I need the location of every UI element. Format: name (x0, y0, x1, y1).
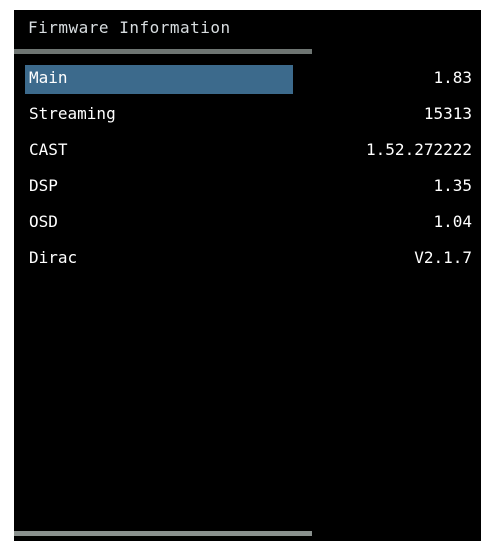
firmware-version: V2.1.7 (414, 248, 472, 267)
firmware-label: Dirac (29, 248, 78, 267)
firmware-row-osd[interactable]: OSD 1.04 (14, 208, 481, 244)
firmware-label: Main (29, 68, 68, 87)
firmware-label: Streaming (29, 104, 116, 123)
firmware-version: 1.83 (433, 68, 472, 87)
firmware-row-dirac[interactable]: Dirac V2.1.7 (14, 244, 481, 280)
firmware-version: 15313 (423, 104, 472, 123)
page-title: Firmware Information (28, 18, 231, 37)
firmware-info-screen: Firmware Information Main 1.83 Streaming… (14, 10, 481, 541)
firmware-version: 1.04 (433, 212, 472, 231)
firmware-row-streaming[interactable]: Streaming 15313 (14, 100, 481, 136)
firmware-list: Main 1.83 Streaming 15313 CAST 1.52.2722… (14, 64, 481, 280)
firmware-row-main[interactable]: Main 1.83 (14, 64, 481, 100)
firmware-label: DSP (29, 176, 58, 195)
firmware-row-dsp[interactable]: DSP 1.35 (14, 172, 481, 208)
firmware-row-cast[interactable]: CAST 1.52.272222 (14, 136, 481, 172)
firmware-version: 1.35 (433, 176, 472, 195)
firmware-label: OSD (29, 212, 58, 231)
bottom-divider (14, 531, 312, 536)
firmware-version: 1.52.272222 (366, 140, 472, 159)
title-divider (14, 49, 312, 54)
firmware-label: CAST (29, 140, 68, 159)
